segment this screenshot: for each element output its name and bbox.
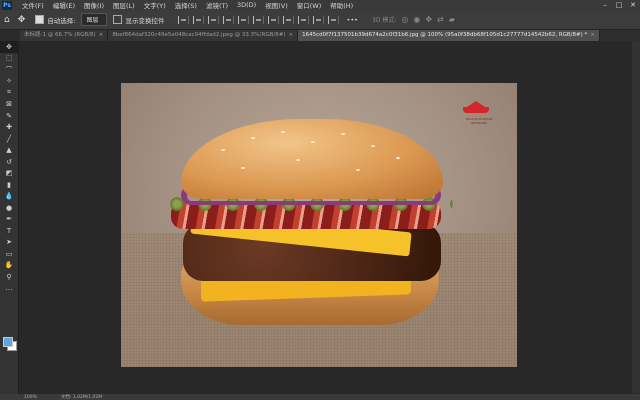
rectangle-icon[interactable]: ▭ [0,248,18,260]
frame-icon[interactable]: ⊠ [0,99,18,111]
tools-panel: ✥ ⬚ ⌒ ✧ ⌗ ⊠ ✎ ✚ ╱ ▲ ↺ ◩ ▮ 💧 ● ✒ T ➤ ▭ ✋ … [0,41,19,400]
foreground-color-swatch[interactable] [3,337,13,347]
status-bar: 100% 文档: 1.02M/1.02M [0,394,640,400]
tab-jpeg-2[interactable]: 8bef864daf320c49e5a048cac04ffdad2.jpeg @… [108,30,299,41]
dodge-icon[interactable]: ● [0,202,18,214]
path-select-icon[interactable]: ➤ [0,237,18,249]
tab-active-document[interactable]: 1645cd0f7f137501b39d674a2c0f31b6.jpg @ 1… [298,30,600,41]
show-transform-label: 显示变换控件 [125,16,165,25]
menu-bar: Ps 文件(F) 编辑(E) 图像(I) 图层(L) 文字(Y) 选择(S) 滤… [0,0,640,10]
eraser-icon[interactable]: ◩ [0,168,18,180]
zoom-icon[interactable]: ⚲ [0,271,18,283]
lasso-icon[interactable]: ⌒ [0,64,18,76]
align-left-icon[interactable] [178,15,190,24]
history-brush-icon[interactable]: ↺ [0,156,18,168]
menu-help[interactable]: 帮助(H) [330,0,353,10]
type-icon[interactable]: T [0,225,18,237]
photoshop-logo-icon: Ps [2,0,12,10]
menu-edit[interactable]: 编辑(E) [53,0,75,10]
3d-mode-label: 3D 模式: [372,17,397,24]
sesame-seed [281,131,285,133]
document-image-burger[interactable]: RELX EDUCATION NETWORK [121,83,517,367]
eyedropper-icon[interactable]: ✎ [0,110,18,122]
auto-select-checkbox[interactable] [35,15,45,24]
menu-image[interactable]: 图像(I) [84,0,104,10]
pen-icon[interactable]: ✒ [0,214,18,226]
move-tool-preset-icon[interactable]: ✥ [18,15,26,25]
distribute-bottom-icon[interactable] [298,15,310,24]
close-window-button[interactable]: ✕ [626,0,640,10]
move-icon[interactable]: ✥ [0,41,18,53]
sesame-seed [221,149,225,151]
sesame-seed [311,141,315,143]
magic-wand-icon[interactable]: ✧ [0,76,18,88]
menu-file[interactable]: 文件(F) [22,0,44,10]
distribute-top-icon[interactable] [268,15,280,24]
align-top-icon[interactable] [223,15,235,24]
blur-icon[interactable]: 💧 [0,191,18,203]
align-buttons [178,15,343,24]
menu-window[interactable]: 窗口(W) [297,0,322,10]
artboard-icon[interactable]: ⬚ [0,53,18,65]
collapsed-panels-strip[interactable] [632,41,640,393]
distribute-left-icon[interactable] [313,15,325,24]
graduation-cap-logo-icon: RELX EDUCATION NETWORK [459,97,493,127]
distribute-center-icon[interactable] [283,15,295,24]
healing-brush-icon[interactable]: ✚ [0,122,18,134]
zoom-level[interactable]: 100% [24,395,37,400]
menu-select[interactable]: 选择(S) [175,0,197,10]
crop-icon[interactable]: ⌗ [0,87,18,99]
sesame-seed [396,157,400,159]
align-right-icon[interactable] [208,15,220,24]
orbit-3d-icon[interactable]: ◎ [401,15,408,24]
logo-cap-base [463,107,489,113]
minimize-button[interactable]: – [598,0,612,10]
align-bottom-icon[interactable] [253,15,265,24]
tab-untitled-1[interactable]: 未标题-1 @ 66.7% (RGB/8) × [20,30,109,41]
pan-3d-icon[interactable]: ✥ [425,15,432,24]
slide-3d-icon[interactable]: ⇄ [437,15,444,24]
auto-select-dropdown[interactable]: 图层 [81,13,108,26]
align-center-h-icon[interactable] [193,15,205,24]
hand-icon[interactable]: ✋ [0,260,18,272]
document-size: 文档: 1.02M/1.02M [60,395,103,400]
tab-label: 未标题-1 @ 66.7% (RGB/8) [24,32,96,38]
roll-3d-icon[interactable]: ◉ [413,15,420,24]
menu-type[interactable]: 文字(Y) [144,0,166,10]
auto-select-label: 自动选择: [47,16,76,25]
close-tab-icon[interactable]: × [288,32,293,38]
menu-view[interactable]: 视图(V) [265,0,288,10]
maximize-button[interactable]: □ [612,0,626,10]
gradient-icon[interactable]: ▮ [0,179,18,191]
align-center-v-icon[interactable] [238,15,250,24]
stamp-icon[interactable]: ▲ [0,145,18,157]
distribute-right-icon[interactable] [328,15,340,24]
sesame-seed [371,145,375,147]
watermark-text: RELX EDUCATION NETWORK [465,117,493,125]
more-tools-icon[interactable]: … [0,283,18,295]
show-transform-checkbox[interactable] [113,15,123,24]
menu-layer[interactable]: 图层(L) [113,0,135,10]
tab-label: 8bef864daf320c49e5a048cac04ffdad2.jpeg @… [112,32,286,38]
brush-icon[interactable]: ╱ [0,133,18,145]
options-bar: ⌂ ✥ 自动选择: 图层 显示变换控件 ••• 3D 模式: ◎ ◉ ✥ ⇄ ▰ [0,10,640,30]
window-controls: – □ ✕ [598,0,640,10]
sesame-seed [356,169,360,171]
sesame-seed [296,159,300,161]
menu-3d[interactable]: 3D(D) [237,1,256,9]
document-tab-bar: 未标题-1 @ 66.7% (RGB/8) × 8bef864daf320c49e… [20,30,640,41]
close-tab-icon[interactable]: × [590,32,595,38]
menu-filter[interactable]: 滤镜(T) [206,0,228,10]
home-icon[interactable]: ⌂ [4,15,10,25]
sesame-seed [241,167,245,169]
close-tab-icon[interactable]: × [99,32,104,38]
more-options-button[interactable]: ••• [346,16,358,24]
sesame-seed [341,133,345,135]
tab-label: 1645cd0f7f137501b39d674a2c0f31b6.jpg @ 1… [302,32,588,38]
sesame-seed [251,137,255,139]
top-bun [181,119,443,199]
scale-3d-icon[interactable]: ▰ [449,15,455,24]
